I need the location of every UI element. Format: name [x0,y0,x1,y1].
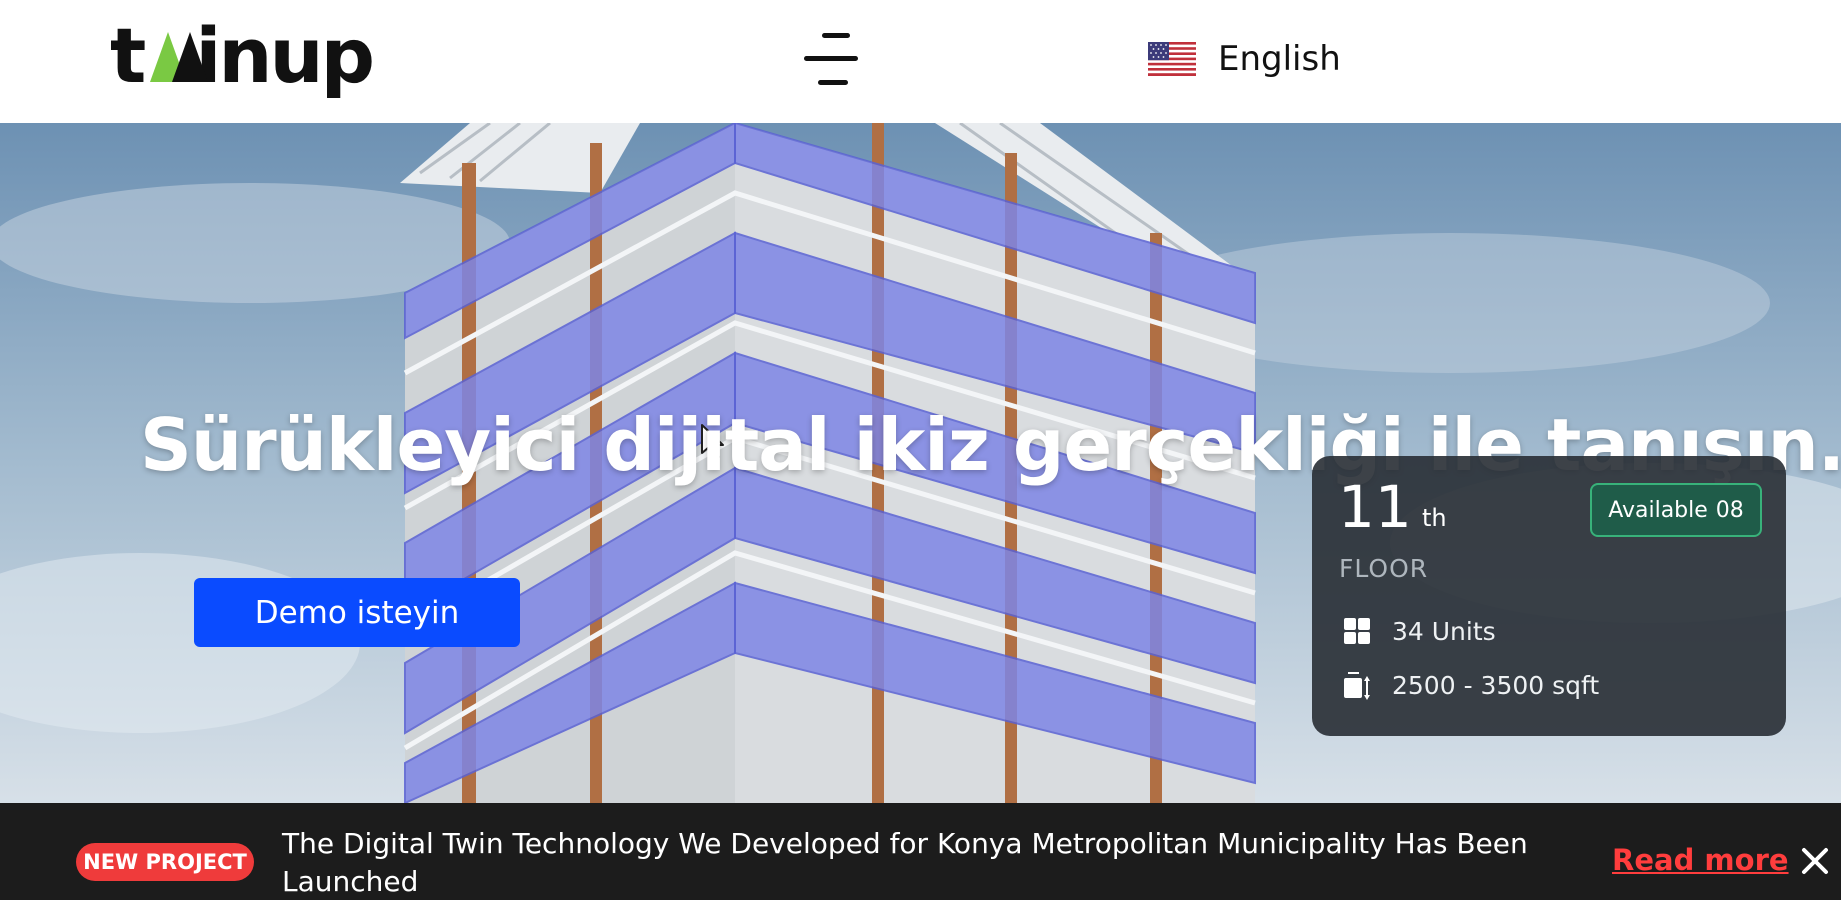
units-row: 34 Units [1342,616,1496,646]
language-label: English [1218,39,1341,79]
svg-text:tinup: t inup [110,11,372,100]
available-label: Available [1608,497,1708,523]
us-flag-icon [1148,42,1196,76]
floor-label: FLOOR [1339,554,1429,583]
area-icon [1344,672,1370,700]
hamburger-menu-icon[interactable] [800,30,862,90]
read-more-link[interactable]: Read more [1612,843,1789,877]
area-text: 2500 - 3500 sqft [1392,670,1600,700]
available-count: 08 [1715,497,1744,523]
announcement-text: The Digital Twin Technology We Developed… [282,827,1528,898]
floor-suffix: th [1422,504,1447,532]
availability-badge: Available 08 [1590,483,1762,537]
area-row: 2500 - 3500 sqft [1342,670,1599,700]
floor-number: 11 [1338,473,1412,541]
floor-info-card[interactable]: 11 th FLOOR Available 08 34 Units 2500 -… [1312,456,1786,736]
new-project-badge: NEW PROJECT [76,843,254,881]
close-icon[interactable] [1800,846,1830,876]
twinup-logo[interactable]: t inup [110,0,410,123]
language-selector[interactable]: English [1148,34,1341,84]
units-text: 34 Units [1392,616,1496,646]
grid-icon [1344,618,1370,644]
hero-section: Sürükleyici dijital ikiz gerçekliği ile … [0,123,1841,803]
demo-request-button[interactable]: Demo isteyin [194,578,520,647]
site-header: t inup English [0,0,1841,123]
